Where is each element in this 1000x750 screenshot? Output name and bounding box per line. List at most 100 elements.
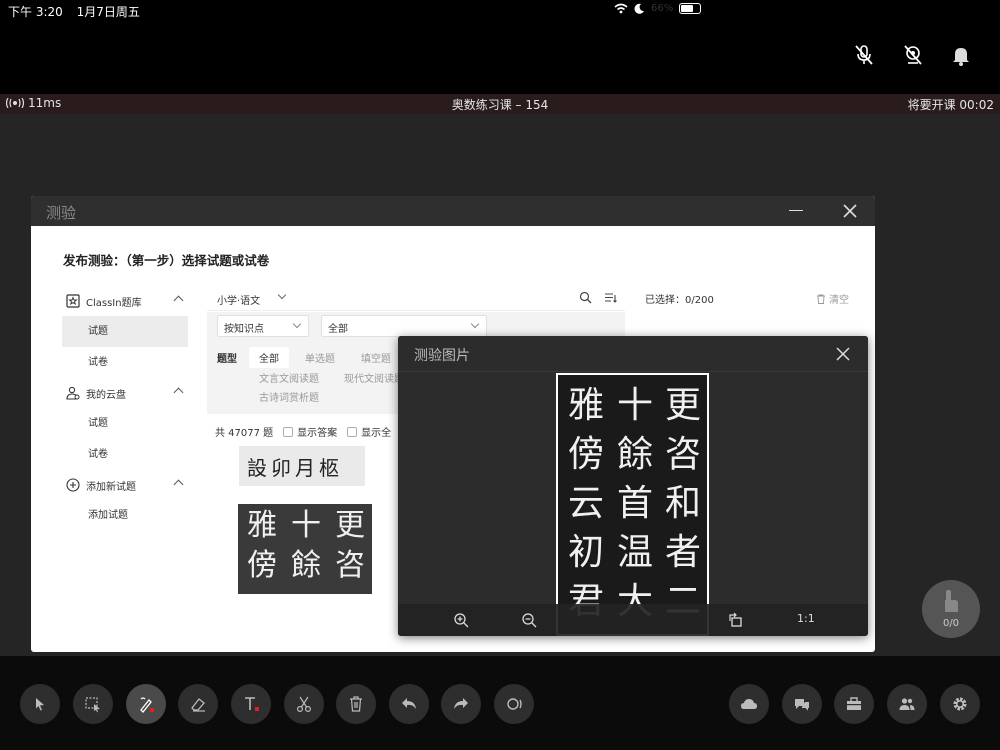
- sidebar-group-label: 添加新试题: [86, 481, 136, 493]
- quiz-window-header[interactable]: 测验: [31, 196, 875, 226]
- eraser-tool-button[interactable]: [178, 684, 218, 724]
- calligraphy-column: 更 咨 和 者 二: [661, 381, 705, 626]
- sidebar-item-classin-papers[interactable]: 试卷: [62, 347, 188, 378]
- chevron-up-icon: [173, 479, 184, 490]
- settings-button[interactable]: [940, 684, 980, 724]
- calligraphy-char: 咨: [335, 548, 365, 583]
- quiz-window-title: 测验: [46, 204, 77, 222]
- sidebar-item-add-question[interactable]: 添加试题: [62, 500, 188, 531]
- trash-icon: [350, 696, 362, 712]
- moon-icon: [634, 3, 644, 14]
- eraser-icon: [191, 698, 205, 712]
- type-tag-all[interactable]: 全部: [249, 347, 289, 368]
- chat-button[interactable]: [782, 684, 822, 724]
- chevron-down-icon: [292, 319, 302, 329]
- calligraphy-char: 首: [616, 483, 653, 524]
- chevron-down-icon[interactable]: [277, 290, 287, 300]
- raise-hand-icon: [945, 590, 958, 612]
- question-image-thumbnail[interactable]: 更 咨 十 餘 雅 傍: [238, 504, 372, 594]
- close-icon[interactable]: [841, 202, 859, 220]
- clear-label: 清空: [829, 295, 849, 306]
- type-tag-modern[interactable]: 现代文阅读题: [344, 370, 404, 385]
- delete-button[interactable]: [336, 684, 376, 724]
- sidebar-group-cloud[interactable]: 我的云盘: [62, 378, 188, 408]
- laser-pointer-button[interactable]: [494, 684, 534, 724]
- sort-icon[interactable]: [604, 291, 617, 304]
- cloud-drive-button[interactable]: [729, 684, 769, 724]
- sidebar-group-add[interactable]: 添加新试题: [62, 470, 188, 500]
- marquee-tool-button[interactable]: [73, 684, 113, 724]
- bottom-toolbar: [0, 656, 1000, 750]
- calligraphy-char: 和: [664, 483, 701, 524]
- image-viewer-header[interactable]: 测验图片: [398, 336, 868, 372]
- calligraphy-column: 雅 傍 云 初 君: [564, 381, 608, 626]
- checkbox-icon: [347, 427, 358, 437]
- question-image-thumbnail[interactable]: 設卯月柩: [239, 446, 365, 486]
- show-answer-checkbox[interactable]: 显示答案: [283, 424, 337, 439]
- laser-pointer-icon: [507, 698, 522, 710]
- members-button[interactable]: [887, 684, 927, 724]
- users-icon: [899, 698, 915, 710]
- hand-raise-button[interactable]: 0/0: [922, 580, 980, 638]
- bell-icon[interactable]: [949, 43, 973, 67]
- actual-size-button[interactable]: 1:1: [797, 612, 815, 628]
- calligraphy-char: 雅: [567, 385, 604, 426]
- type-tag-poetry[interactable]: 古诗词赏析题: [259, 389, 319, 404]
- chevron-down-icon: [470, 319, 480, 329]
- calligraphy-char: 傍: [567, 434, 604, 475]
- sidebar-item-cloud-questions[interactable]: 试题: [62, 408, 188, 439]
- type-tag-classical[interactable]: 文言文阅读题: [259, 370, 319, 385]
- minimize-button[interactable]: [789, 210, 803, 211]
- checkbox-icon: [283, 427, 294, 437]
- calligraphy-char: 更: [335, 508, 365, 543]
- thumbnail-text: 設卯月柩: [247, 456, 343, 480]
- zoom-out-icon[interactable]: [521, 612, 537, 628]
- clear-button[interactable]: 清空: [816, 291, 849, 306]
- chevron-up-icon: [173, 295, 184, 306]
- image-viewer: 测验图片 更 咨 和 者 二 十 餘 首 温 大 雅 傍 云 初 君 1:1: [398, 336, 868, 636]
- cursor-icon: [36, 698, 44, 711]
- scissors-tool-button[interactable]: [284, 684, 324, 724]
- calligraphy-char: 更: [664, 385, 701, 426]
- wifi-icon: [614, 3, 628, 14]
- knowledge-point-select[interactable]: 按知识点: [217, 315, 309, 337]
- close-icon[interactable]: [836, 347, 850, 361]
- chat-icon: [795, 699, 809, 711]
- calligraphy-image: 更 咨 和 者 二 十 餘 首 温 大 雅 傍 云 初 君: [556, 373, 709, 636]
- user-cloud-icon: [66, 386, 80, 400]
- text-tool-button[interactable]: [231, 684, 271, 724]
- type-tag-single[interactable]: 单选题: [305, 350, 335, 365]
- camera-off-icon[interactable]: [901, 43, 925, 67]
- battery-icon: [679, 3, 702, 14]
- countdown-label: 将要开课 00:02: [907, 98, 994, 112]
- mic-muted-icon[interactable]: [852, 43, 876, 67]
- redo-button[interactable]: [441, 684, 481, 724]
- top-bar: [0, 22, 1000, 94]
- pen-tool-button[interactable]: [126, 684, 166, 724]
- type-tag-fill[interactable]: 填空题: [361, 350, 391, 365]
- marquee-select-icon: [85, 697, 100, 713]
- cloud-icon: [741, 699, 757, 709]
- sidebar-item-classin-questions[interactable]: 试题: [62, 316, 188, 347]
- select-tool-button[interactable]: [20, 684, 60, 724]
- range-select[interactable]: 全部: [321, 315, 487, 337]
- calligraphy-char: 者: [664, 532, 701, 573]
- subject-select[interactable]: 小学·语文: [217, 292, 260, 307]
- sidebar-item-cloud-papers[interactable]: 试卷: [62, 439, 188, 470]
- rotate-icon[interactable]: [728, 612, 744, 628]
- sidebar-group-label: ClassIn题库: [86, 297, 142, 309]
- calligraphy-char: 雅: [247, 508, 277, 543]
- calligraphy-char: 餘: [616, 434, 653, 475]
- undo-button[interactable]: [389, 684, 429, 724]
- toolbox-button[interactable]: [834, 684, 874, 724]
- zoom-in-icon[interactable]: [453, 612, 469, 628]
- calligraphy-char: 十: [291, 508, 321, 543]
- sidebar-group-classin[interactable]: ClassIn题库: [62, 286, 188, 316]
- show-all-checkbox[interactable]: 显示全: [347, 424, 391, 439]
- count-row: 共 47077 题 显示答案 显示全: [215, 424, 391, 439]
- sidebar-group-label: 我的云盘: [86, 389, 126, 401]
- image-viewer-title: 测验图片: [414, 348, 470, 364]
- quiz-heading: 发布测验：（第一步）选择试题或试卷: [63, 253, 270, 268]
- calligraphy-column: 十 餘 首 温 大: [613, 381, 657, 626]
- search-icon[interactable]: [579, 291, 592, 304]
